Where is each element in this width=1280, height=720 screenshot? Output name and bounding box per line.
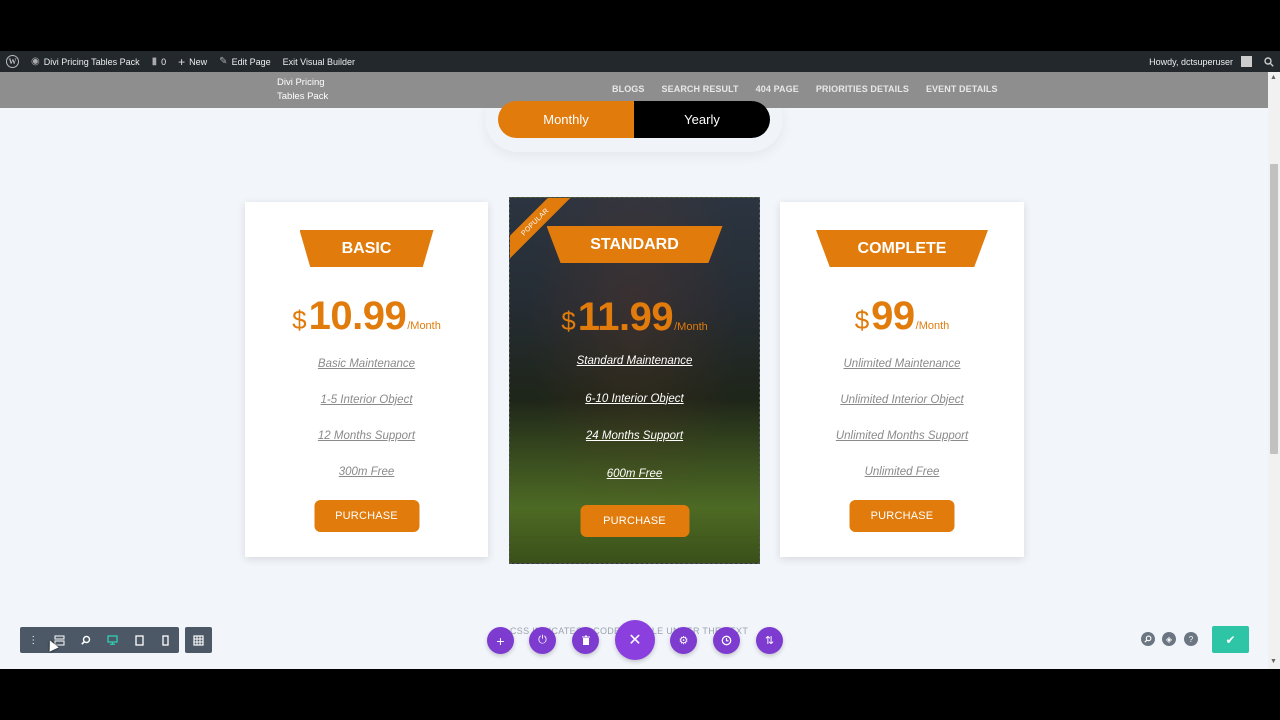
new-content-link[interactable]: + New	[172, 51, 213, 72]
feature-item[interactable]: Basic Maintenance	[245, 357, 488, 393]
nav-item-404-page[interactable]: 404 PAGE	[756, 84, 799, 94]
edit-page-link[interactable]: ✎ Edit Page	[213, 51, 276, 72]
account-menu[interactable]: Howdy, dctsuperuser	[1143, 51, 1258, 72]
feature-item[interactable]: 1-5 Interior Object	[245, 393, 488, 429]
price-amount: 11.99	[577, 295, 674, 339]
feature-item[interactable]: 600m Free	[510, 467, 759, 505]
price-period: /Month	[407, 320, 441, 332]
price-amount: 10.99	[308, 294, 407, 338]
layers-icon: ◈	[1165, 634, 1173, 644]
dashboard-icon: ◉	[31, 56, 40, 67]
plan-title: BASIC	[299, 230, 434, 267]
price-amount: 99	[871, 294, 915, 338]
pricing-card-standard: POPULAR STANDARD $ 11.99 /Month Standard…	[509, 197, 760, 564]
comments-link[interactable]: ▮ 0	[146, 51, 173, 72]
feature-list: Basic Maintenance 1-5 Interior Object 12…	[245, 357, 488, 501]
feature-list: Unlimited Maintenance Unlimited Interior…	[780, 357, 1024, 501]
plus-icon: +	[178, 54, 186, 69]
feature-item[interactable]: 12 Months Support	[245, 429, 488, 465]
scroll-up-icon[interactable]: ▲	[1270, 74, 1277, 81]
close-icon: ✕	[628, 632, 642, 649]
feature-list: Standard Maintenance 6-10 Interior Objec…	[510, 354, 759, 504]
feature-item[interactable]: Unlimited Months Support	[780, 429, 1024, 465]
power-button[interactable]: ⏻	[529, 627, 556, 654]
phone-icon[interactable]	[153, 627, 180, 653]
nav-item-event-details[interactable]: EVENT DETAILS	[926, 84, 998, 94]
site-name-link[interactable]: ◉ Divi Pricing Tables Pack	[25, 51, 146, 72]
letterbox-bottom	[0, 669, 1280, 720]
nav-item-blogs[interactable]: BLOGS	[612, 84, 645, 94]
settings-button[interactable]: ⚙	[670, 627, 697, 654]
exit-visual-builder-link[interactable]: Exit Visual Builder	[277, 51, 361, 72]
history-icon	[721, 635, 732, 646]
search-icon	[1264, 56, 1274, 67]
add-module-button[interactable]: +	[487, 627, 514, 654]
main-nav: BLOGS SEARCH RESULT 404 PAGE PRIORITIES …	[612, 84, 998, 94]
admin-search-button[interactable]	[1258, 51, 1280, 72]
wp-logo-menu[interactable]: W	[0, 51, 25, 72]
pricing-card-complete: COMPLETE $ 99 /Month Unlimited Maintenan…	[780, 202, 1024, 557]
scrollbar-thumb[interactable]	[1270, 164, 1278, 454]
feature-item[interactable]: 300m Free	[245, 465, 488, 501]
save-button[interactable]: ✔	[1212, 626, 1249, 653]
help-icon: ?	[1188, 634, 1194, 644]
nav-item-search-result[interactable]: SEARCH RESULT	[662, 84, 739, 94]
portability-button[interactable]: ⇅	[756, 627, 783, 654]
layout-group	[185, 627, 212, 653]
purchase-button-basic[interactable]: PURCHASE	[314, 500, 419, 532]
currency-symbol: $	[854, 305, 870, 335]
power-icon: ⏻	[538, 634, 547, 646]
checkmark-icon: ✔	[1225, 632, 1236, 647]
desktop-icon[interactable]	[100, 627, 127, 653]
layers-button[interactable]: ◈	[1162, 632, 1176, 646]
search-icon	[1144, 635, 1152, 643]
currency-symbol: $	[292, 305, 307, 335]
price-period: /Month	[674, 321, 708, 333]
purchase-button-standard[interactable]: PURCHASE	[580, 505, 689, 537]
feature-item[interactable]: Unlimited Free	[780, 465, 1024, 501]
delete-button[interactable]	[572, 627, 599, 654]
nav-item-priorities-details[interactable]: PRIORITIES DETAILS	[816, 84, 909, 94]
pencil-icon: ✎	[219, 56, 228, 67]
right-search-button[interactable]	[1141, 632, 1155, 646]
sort-icon: ⇅	[764, 635, 775, 647]
menu-dots-icon[interactable]: ⋮	[20, 627, 47, 653]
avatar	[1241, 56, 1252, 67]
plan-price: $ 10.99 /Month	[245, 294, 488, 339]
plan-title: STANDARD	[546, 226, 723, 263]
trash-icon	[581, 635, 590, 645]
settings-icon: ⚙	[678, 635, 689, 647]
plus-icon: +	[496, 632, 505, 649]
plan-price: $ 99 /Month	[780, 294, 1024, 339]
price-period: /Month	[915, 320, 950, 332]
feature-item[interactable]: Unlimited Interior Object	[780, 393, 1024, 429]
view-modes-group: ⋮	[20, 627, 179, 653]
feature-item[interactable]: 6-10 Interior Object	[510, 392, 759, 430]
pricing-card-basic: BASIC $ 10.99 /Month Basic Maintenance 1…	[245, 202, 488, 557]
page-viewport: Divi Pricing Tables Pack BLOGS SEARCH RE…	[0, 72, 1268, 669]
feature-item[interactable]: Standard Maintenance	[510, 354, 759, 392]
billing-toggle: Monthly Yearly	[498, 101, 770, 138]
site-logo[interactable]: Divi Pricing Tables Pack	[277, 76, 347, 104]
feature-item[interactable]: 24 Months Support	[510, 429, 759, 467]
history-button[interactable]	[713, 627, 740, 654]
scroll-down-icon[interactable]: ▼	[1270, 658, 1277, 665]
help-button[interactable]: ?	[1184, 632, 1198, 646]
toggle-yearly[interactable]: Yearly	[634, 101, 770, 138]
zoom-icon[interactable]	[73, 627, 100, 653]
currency-symbol: $	[561, 306, 576, 336]
letterbox-top	[0, 0, 1280, 51]
feature-item[interactable]: Unlimited Maintenance	[780, 357, 1024, 393]
grid-icon[interactable]	[185, 627, 212, 653]
tablet-icon[interactable]	[126, 627, 153, 653]
wp-admin-bar: W ◉ Divi Pricing Tables Pack ▮ 0 + New ✎ Edi…	[0, 51, 1280, 72]
close-settings-button[interactable]: ✕	[615, 620, 655, 660]
plan-title: COMPLETE	[816, 230, 988, 267]
plan-price: $ 11.99 /Month	[510, 295, 759, 340]
comment-icon: ▮	[151, 56, 158, 67]
wordpress-icon: W	[6, 55, 19, 68]
toggle-monthly[interactable]: Monthly	[498, 101, 634, 138]
purchase-button-complete[interactable]: PURCHASE	[849, 500, 955, 532]
page-scrollbar[interactable]: ▲ ▼	[1268, 72, 1280, 669]
